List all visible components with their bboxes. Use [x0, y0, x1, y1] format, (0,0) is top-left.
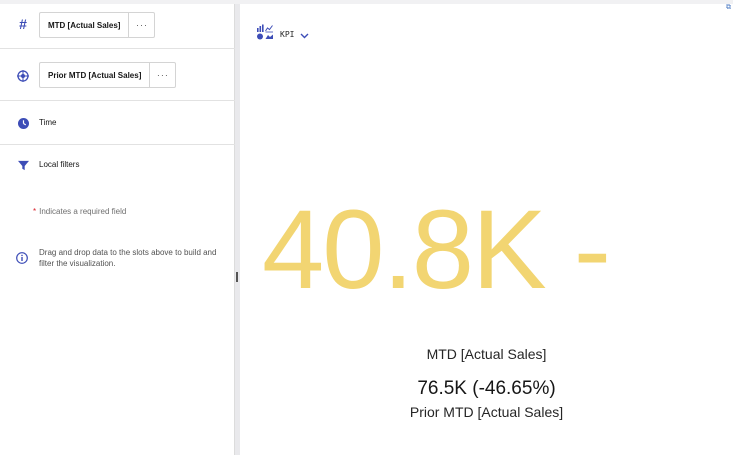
more-options-button[interactable]: ··· [149, 63, 175, 87]
chevron-down-icon [300, 26, 309, 44]
required-note-text: Indicates a required field [39, 207, 127, 216]
chart-types-icon [256, 24, 274, 45]
clock-icon [16, 116, 30, 130]
visualization-type-switcher[interactable]: KPI [256, 24, 309, 45]
slot-target: Prior MTD [Actual Sales] ··· [0, 49, 235, 101]
slot-local-filters[interactable]: Local filters [0, 145, 235, 185]
info-icon [16, 251, 28, 264]
field-pill-label: MTD [Actual Sales] [48, 20, 121, 30]
info-text: Drag and drop data to the slots above to… [39, 248, 217, 268]
filter-icon [16, 158, 30, 172]
slot-label-time: Time [39, 118, 57, 127]
hash-icon: # [19, 16, 27, 32]
slot-time[interactable]: Time [0, 101, 235, 145]
kpi-value: 40.8K - [262, 187, 611, 312]
info-hint: Drag and drop data to the slots above to… [16, 247, 216, 268]
slot-label-local-filters: Local filters [39, 160, 80, 169]
kpi-comparison-label: Prior MTD [Actual Sales] [409, 404, 564, 420]
required-star: * [33, 207, 37, 216]
field-pill-prior-mtd-actual-sales[interactable]: Prior MTD [Actual Sales] ··· [39, 62, 177, 88]
more-options-button[interactable]: ··· [128, 13, 154, 37]
field-pill-label: Prior MTD [Actual Sales] [48, 70, 142, 80]
field-pill-mtd-actual-sales[interactable]: MTD [Actual Sales] ··· [39, 12, 156, 38]
fields-panel: # MTD [Actual Sales] ··· Prior MTD [Actu… [0, 4, 235, 455]
panel-resize-handle[interactable] [236, 272, 238, 282]
kpi-comparison-value: 76.5K (-46.65%) [417, 378, 556, 399]
required-field-note: * Indicates a required field [33, 207, 126, 216]
app-frame: # MTD [Actual Sales] ··· Prior MTD [Actu… [0, 0, 733, 455]
target-icon [16, 69, 30, 83]
slot-value: # MTD [Actual Sales] ··· [0, 4, 235, 49]
visualization-canvas: ⧉ KPI 40.8K - MTD [Actual Sales] 76.5K (… [240, 4, 733, 455]
kpi-value-label: MTD [Actual Sales] [426, 346, 547, 362]
expand-icon[interactable]: ⧉ [726, 4, 731, 12]
visualization-type-label: KPI [280, 30, 295, 39]
